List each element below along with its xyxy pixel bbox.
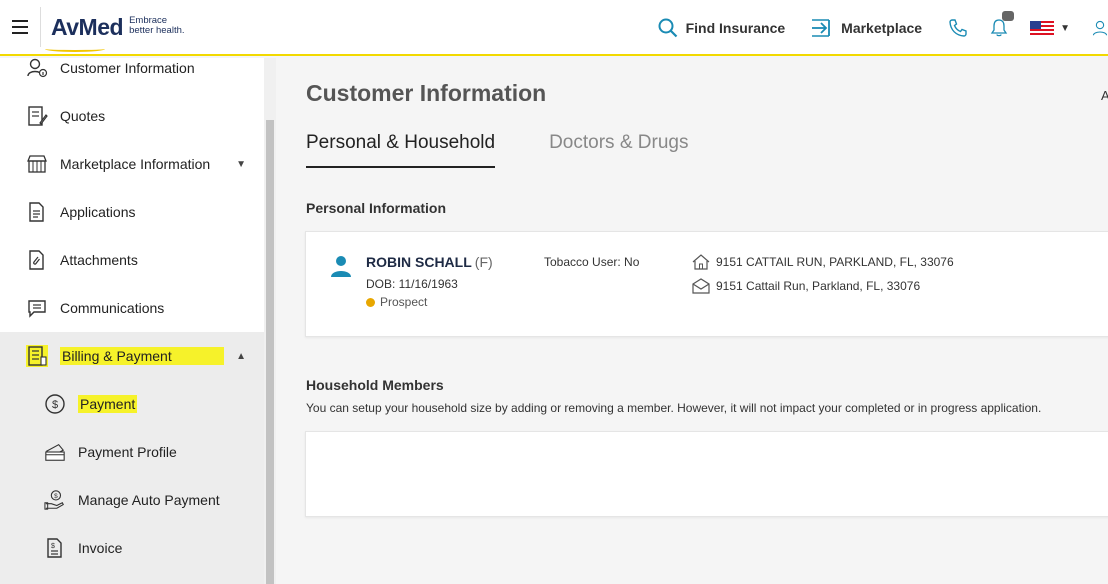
quotes-icon (26, 105, 48, 127)
sidebar-item-label: Customer Information (60, 60, 195, 76)
personal-information-heading: Personal Information (306, 200, 447, 216)
user-icon[interactable] (1092, 17, 1108, 39)
sidebar-item-quotes[interactable]: Quotes (0, 92, 264, 140)
sidebar-scrollbar[interactable] (264, 58, 276, 584)
search-icon (658, 18, 677, 38)
customer-info-icon (26, 57, 48, 79)
mail-address: 9151 Cattail Run, Parkland, FL, 33076 (692, 278, 920, 294)
sidebar-item-label: Quotes (60, 108, 106, 124)
sidebar-item-billing-payment[interactable]: Billing & Payment ▲ (0, 332, 264, 380)
home-address-text: 9151 CATTAIL RUN, PARKLAND, FL, 33076 (716, 255, 954, 269)
marketplace-label: Marketplace (841, 20, 923, 36)
household-members-heading: Household Members (306, 377, 444, 393)
sidebar-subitem-manage-auto-payment[interactable]: $ Manage Auto Payment (0, 476, 264, 524)
sidebar: Customer Information Quotes Marketplace … (0, 58, 264, 584)
person-icon (331, 256, 351, 277)
logo-tagline: Embrace better health. (129, 16, 184, 36)
credit-card-icon (44, 441, 66, 463)
tobacco-user: Tobacco User: No (544, 255, 640, 269)
top-actions: Find Insurance Marketplace ▼ (658, 0, 1108, 56)
attachments-icon (26, 249, 48, 271)
mail-address-text: 9151 Cattail Run, Parkland, FL, 33076 (716, 279, 921, 293)
tab-doctors-drugs[interactable]: Doctors & Drugs (549, 132, 688, 168)
hand-coin-icon: $ (44, 489, 66, 511)
marketplace-icon (26, 153, 48, 175)
sidebar-subitem-invoice[interactable]: $ Invoice (0, 524, 264, 572)
svg-text:$: $ (52, 399, 58, 411)
applications-icon (26, 201, 48, 223)
person-status-label: Prospect (380, 295, 428, 309)
sidebar-item-label: Marketplace Information (60, 156, 211, 172)
bell-icon[interactable] (990, 11, 1015, 38)
main-content: Customer Information A Personal & Househ… (276, 58, 1108, 584)
chevron-down-icon: ▼ (1060, 22, 1070, 34)
sidebar-subitem-label: Manage Auto Payment (78, 492, 220, 508)
chevron-down-icon[interactable]: ▼ (236, 159, 246, 170)
household-members-card (305, 431, 1108, 517)
person-dob: DOB: 11/16/1963 (366, 277, 458, 291)
svg-text:$: $ (51, 543, 55, 550)
mail-icon (692, 278, 710, 294)
sidebar-item-applications[interactable]: Applications (0, 188, 264, 236)
notification-badge (1002, 11, 1015, 21)
status-dot-icon (366, 297, 375, 307)
language-select[interactable]: ▼ (1030, 21, 1070, 35)
person-gender: (F) (474, 254, 493, 270)
phone-icon[interactable] (948, 18, 968, 38)
billing-icon (26, 345, 48, 367)
tab-personal-household[interactable]: Personal & Household (306, 132, 496, 168)
logo[interactable]: AvMed Embrace better health. (40, 7, 185, 52)
find-insurance-link[interactable]: Find Insurance (658, 18, 786, 38)
communications-icon (26, 297, 48, 319)
invoice-icon: $ (44, 537, 66, 559)
person-status: Prospect (366, 295, 427, 309)
find-insurance-label: Find Insurance (685, 20, 786, 36)
home-address: 9151 CATTAIL RUN, PARKLAND, FL, 33076 (692, 254, 954, 270)
sidebar-item-marketplace-information[interactable]: Marketplace Information ▼ (0, 140, 264, 188)
logo-text: AvMed (51, 13, 124, 40)
sidebar-subitem-label: Payment Profile (78, 444, 177, 460)
arrow-right-to-bar-icon (812, 19, 831, 37)
sidebar-subitem-label: Payment (78, 395, 138, 413)
sidebar-item-communications[interactable]: Communications (0, 284, 264, 332)
home-icon (692, 254, 710, 270)
person-name: ROBIN SCHALL (F) (366, 254, 493, 270)
sidebar-subitem-payment-profile[interactable]: Payment Profile (0, 428, 264, 476)
sidebar-scrollbar-thumb[interactable] (266, 120, 274, 584)
sidebar-subitem-label: Invoice (78, 540, 123, 556)
chevron-up-icon[interactable]: ▲ (236, 351, 246, 362)
person-name-text: ROBIN SCHALL (366, 254, 472, 270)
sidebar-item-label: Applications (60, 204, 136, 220)
sidebar-item-label: Communications (60, 300, 165, 316)
household-description: You can setup your household size by add… (306, 401, 1042, 415)
personal-info-card: ROBIN SCHALL (F) DOB: 11/16/1963 Prospect… (305, 231, 1108, 337)
sidebar-item-label: Billing & Payment (60, 347, 224, 365)
svg-text:$: $ (54, 493, 58, 500)
truncated-text: A (1101, 88, 1108, 103)
tab-bar: Personal & Household Doctors & Drugs (306, 132, 742, 168)
sidebar-item-customer-information[interactable]: Customer Information (0, 44, 264, 92)
sidebar-item-attachments[interactable]: Attachments (0, 236, 264, 284)
logo-tagline-line2: better health. (129, 25, 185, 36)
dollar-circle-icon: $ (44, 393, 66, 415)
us-flag-icon (1030, 21, 1055, 35)
page-title: Customer Information (306, 80, 547, 106)
marketplace-link[interactable]: Marketplace (811, 19, 922, 37)
sidebar-subitem-payment[interactable]: $ Payment (0, 380, 264, 428)
sidebar-item-label: Attachments (60, 252, 138, 268)
